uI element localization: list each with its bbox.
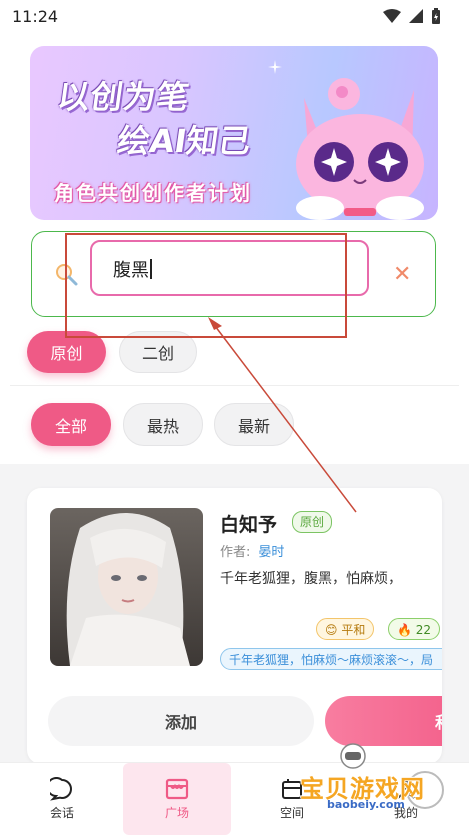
chat-bubble-icon bbox=[50, 777, 72, 801]
system-icons bbox=[383, 8, 441, 24]
nav-chat-label: 会话 bbox=[49, 806, 74, 820]
author-name-link[interactable]: 晏时 bbox=[258, 545, 284, 560]
origin-tag: 原创 bbox=[292, 511, 333, 533]
promo-banner[interactable]: 以创为笔 绘AI知己 角色共创创作者计划 bbox=[30, 46, 438, 220]
cat-mascot-icon bbox=[296, 78, 424, 220]
character-avatar bbox=[50, 508, 203, 666]
banner-line3: 角色共创创作者计划 bbox=[54, 181, 252, 205]
author-label: 作者: bbox=[220, 545, 251, 560]
sort-all[interactable]: 全部 bbox=[31, 403, 111, 446]
nav-chat[interactable]: 会话 bbox=[22, 763, 102, 835]
banner-line2: 绘AI知己 bbox=[115, 122, 254, 160]
character-card[interactable]: 白知予 原创 作者: 晏时 千年老狐狸，腹黑，怕麻烦， 😊 平和 🔥 22 千年老… bbox=[27, 488, 442, 764]
heat-badge: 🔥 22 bbox=[388, 618, 441, 640]
wifi-icon bbox=[383, 9, 401, 23]
sort-hottest[interactable]: 最热 bbox=[123, 403, 203, 446]
sort-newest[interactable]: 最新 bbox=[214, 403, 294, 446]
status-time: 11:24 bbox=[12, 7, 59, 26]
character-description: 千年老狐狸，腹黑，怕麻烦， bbox=[220, 571, 402, 587]
sparkle-icon bbox=[268, 60, 282, 74]
add-button[interactable]: 添加 bbox=[48, 696, 314, 746]
nav-square-label: 广场 bbox=[164, 806, 189, 820]
mood-badge: 😊 平和 bbox=[316, 618, 375, 640]
battery-icon bbox=[432, 8, 440, 24]
annotation-box bbox=[65, 233, 347, 338]
divider bbox=[10, 385, 459, 386]
nav-square[interactable]: 广场 bbox=[123, 763, 231, 835]
banner-line1: 以创为笔 bbox=[55, 78, 193, 116]
storefront-icon bbox=[165, 778, 189, 800]
character-name: 白知予 bbox=[220, 514, 278, 536]
smile-icon: 😊 bbox=[325, 623, 338, 637]
status-bar: 11:24 bbox=[0, 0, 469, 34]
signal-icon bbox=[409, 9, 423, 23]
fire-icon: 🔥 bbox=[397, 623, 412, 637]
clear-search-button[interactable]: ✕ bbox=[393, 264, 411, 286]
tag-line: 千年老狐狸，怕麻烦～麻烦滚滚～，局 bbox=[220, 648, 442, 670]
chat-button[interactable]: 和 bbox=[325, 696, 442, 746]
author-row: 作者: 晏时 bbox=[220, 541, 284, 560]
watermark-url: baobeiy.com bbox=[327, 798, 405, 811]
